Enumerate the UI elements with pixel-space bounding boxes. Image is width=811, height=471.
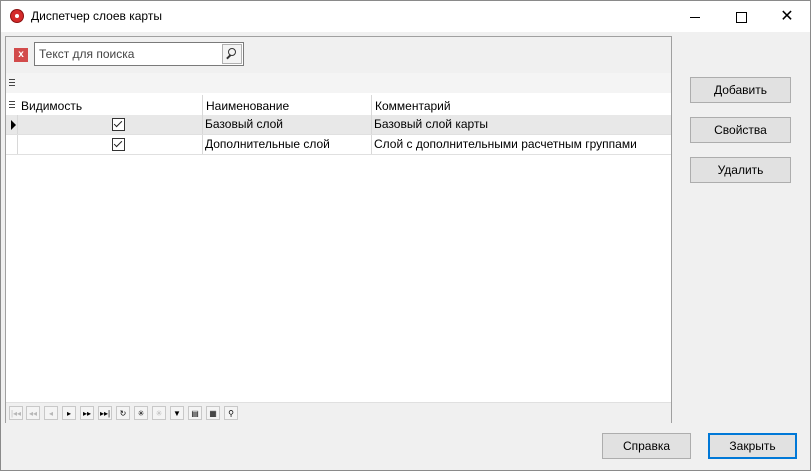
column-header-comment[interactable]: Комментарий: [375, 93, 451, 115]
search-input[interactable]: [35, 43, 225, 65]
cell-divider: [371, 135, 372, 154]
delete-button[interactable]: Удалить: [690, 157, 791, 183]
visibility-checkbox[interactable]: [112, 138, 125, 151]
clear-search-button[interactable]: x: [14, 48, 28, 62]
cell-divider: [17, 135, 18, 154]
title-bar[interactable]: Диспетчер слоев карты ✕: [1, 1, 810, 32]
next-icon: ▸: [66, 409, 71, 418]
search-icon[interactable]: [222, 44, 242, 64]
table-row[interactable]: Базовый слой Базовый слой карты: [6, 115, 671, 135]
window-title: Диспетчер слоев карты: [31, 9, 162, 23]
layer-name-cell[interactable]: Базовый слой: [205, 115, 369, 134]
cell-divider: [202, 115, 203, 134]
find-icon: ⚲: [228, 409, 234, 418]
minimize-button[interactable]: [672, 1, 718, 32]
next-page-button[interactable]: ▸▸: [80, 406, 94, 420]
column-divider[interactable]: [202, 95, 203, 115]
find-button[interactable]: ⚲: [224, 406, 238, 420]
visibility-checkbox[interactable]: [112, 118, 125, 131]
column-header-visibility[interactable]: Видимость: [21, 93, 82, 115]
append-icon: ✳: [137, 409, 145, 418]
prev-page-icon: ◂◂: [28, 409, 38, 418]
columns-icon: ▦: [209, 409, 217, 418]
last-record-button[interactable]: ▸▸|: [98, 406, 112, 420]
table-row[interactable]: Дополнительные слой Слой с дополнительны…: [6, 135, 671, 155]
column-header-name[interactable]: Наименование: [206, 93, 289, 115]
insert-record-button[interactable]: ✳: [152, 406, 166, 420]
cell-divider: [202, 135, 203, 154]
minimize-icon: [690, 17, 700, 19]
column-divider[interactable]: [371, 95, 372, 115]
insert-icon: ✳: [155, 409, 163, 418]
group-menu-icon[interactable]: [9, 79, 15, 87]
last-icon: ▸▸|: [99, 409, 111, 418]
search-bar: x: [6, 37, 671, 73]
close-window-button[interactable]: ✕: [764, 1, 810, 32]
app-logo-icon: [10, 9, 24, 23]
close-icon: ✕: [780, 8, 794, 25]
layer-name-cell[interactable]: Дополнительные слой: [205, 135, 369, 154]
filter-icon: ▼: [173, 409, 181, 418]
group-panel[interactable]: [6, 73, 671, 93]
next-page-icon: ▸▸: [82, 409, 92, 418]
filter-button[interactable]: ▼: [170, 406, 184, 420]
cell-divider: [371, 115, 372, 134]
cell-divider: [17, 115, 18, 134]
refresh-button[interactable]: ↻: [116, 406, 130, 420]
add-button[interactable]: Добавить: [690, 77, 791, 103]
append-record-button[interactable]: ✳: [134, 406, 148, 420]
prev-icon: ◂: [48, 409, 53, 418]
maximize-button[interactable]: [718, 1, 764, 32]
prev-page-button[interactable]: ◂◂: [26, 406, 40, 420]
column-chooser-icon[interactable]: [9, 101, 15, 109]
current-row-indicator-icon: [11, 120, 16, 130]
layers-grid-panel: x Видимость Наименование Комментарий Баз…: [5, 36, 672, 423]
help-button[interactable]: Справка: [602, 433, 691, 459]
maximize-icon: [735, 12, 747, 24]
columns-button[interactable]: ▦: [206, 406, 220, 420]
layer-comment-cell[interactable]: Слой с дополнительными расчетным группам…: [374, 135, 669, 154]
export-button[interactable]: ▤: [188, 406, 202, 420]
search-box: [34, 42, 244, 66]
next-record-button[interactable]: ▸: [62, 406, 76, 420]
first-record-button[interactable]: |◂◂: [9, 406, 23, 420]
layer-manager-window: Диспетчер слоев карты ✕ x Видимость Наим…: [0, 0, 811, 471]
layer-comment-cell[interactable]: Базовый слой карты: [374, 115, 669, 134]
grid-header: Видимость Наименование Комментарий: [6, 93, 671, 116]
export-icon: ▤: [191, 409, 199, 418]
data-navigator: |◂◂ ◂◂ ◂ ▸ ▸▸ ▸▸| ↻ ✳ ✳ ▼ ▤ ▦ ⚲: [6, 402, 671, 423]
properties-button[interactable]: Свойства: [690, 117, 791, 143]
prev-record-button[interactable]: ◂: [44, 406, 58, 420]
refresh-icon: ↻: [119, 409, 127, 418]
close-button[interactable]: Закрыть: [708, 433, 797, 459]
first-icon: |◂◂: [10, 409, 22, 418]
